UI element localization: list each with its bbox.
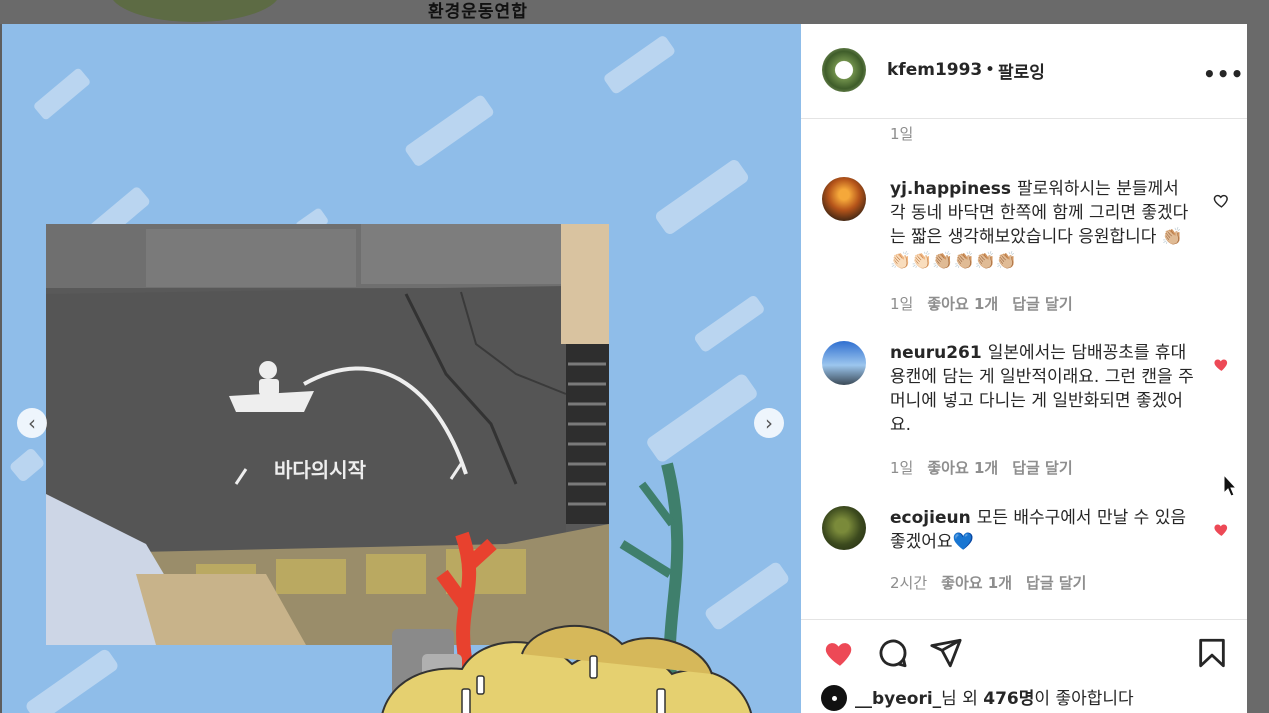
comments-list: 1일 yj.happiness 팔로워하시는 분들께서 각 동네 바닥면 한쪽에 … — [801, 119, 1247, 619]
heart-icon[interactable] — [1213, 192, 1230, 209]
liker-avatar[interactable] — [821, 685, 847, 711]
comment-icon[interactable] — [876, 636, 910, 670]
comment-meta: 1일 좋아요 1개 답글 달기 — [890, 293, 1087, 314]
comment-likes[interactable]: 좋아요 1개 — [927, 295, 998, 313]
comment-body: neuru261 일본에서는 담배꽁초를 휴대용캔에 담는 게 일반적이래요. 그… — [890, 341, 1195, 437]
account-username[interactable]: kfem1993 — [887, 60, 982, 80]
bookmark-icon[interactable] — [1195, 636, 1229, 670]
reply-button[interactable]: 답글 달기 — [1026, 574, 1086, 592]
comment-likes[interactable]: 좋아요 1개 — [941, 574, 1012, 592]
likes-count[interactable]: 476명 — [983, 689, 1034, 709]
likes-text-mid: 님 외 — [941, 689, 984, 709]
heart-icon[interactable] — [823, 636, 857, 670]
comment-body: yj.happiness 팔로워하시는 분들께서 각 동네 바닥면 한쪽에 함께 … — [890, 177, 1195, 273]
background-right-strip — [1247, 24, 1269, 713]
comment-time: 1일 — [890, 295, 914, 313]
comment-time: 2시간 — [890, 574, 928, 592]
comment-likes[interactable]: 좋아요 1개 — [927, 459, 998, 477]
commenter-avatar[interactable] — [822, 341, 866, 385]
commenter-avatar[interactable] — [822, 177, 866, 221]
commenter-avatar[interactable] — [822, 506, 866, 550]
post-header: kfem1993 • 팔로잉 ••• — [801, 24, 1247, 119]
liker-username[interactable]: __byeori_ — [855, 689, 941, 709]
heart-icon[interactable] — [1213, 356, 1230, 373]
likes-summary: __byeori_님 외 476명이 좋아합니다 — [821, 684, 1134, 711]
commenter-username[interactable]: ecojieun — [890, 508, 971, 528]
seaweed-illustration — [381, 462, 752, 713]
more-icon[interactable]: ••• — [1203, 62, 1244, 86]
background-page-strip: 환경운동연합 — [0, 0, 1269, 24]
commenter-username[interactable]: neuru261 — [890, 343, 982, 363]
comment-time: 1일 — [890, 459, 914, 477]
share-icon[interactable] — [929, 636, 963, 670]
previous-comment-time: 1일 — [890, 125, 914, 143]
next-image-button[interactable]: › — [754, 408, 784, 438]
post-modal: 바다의시작 ‹ › kfem1993 • 팔로잉 ••• 1일 yj.happi… — [2, 24, 1247, 713]
post-media: 바다의시작 ‹ › — [2, 24, 801, 713]
reply-button[interactable]: 답글 달기 — [1012, 295, 1072, 313]
org-logo — [110, 0, 280, 22]
comment-meta: 2시간 좋아요 1개 답글 달기 — [890, 572, 1100, 593]
stencil-text: 바다의시작 — [274, 458, 367, 482]
post-side-panel: kfem1993 • 팔로잉 ••• 1일 yj.happiness 팔로워하시는… — [801, 24, 1247, 713]
heart-icon[interactable] — [1213, 521, 1230, 538]
mouse-cursor-icon — [1223, 474, 1237, 497]
account-avatar[interactable] — [822, 48, 866, 92]
header-separator: • — [985, 60, 996, 80]
comment-body: ecojieun 모든 배수구에서 만날 수 있음 좋겠어요💙 — [890, 506, 1195, 554]
org-name: 환경운동연합 — [428, 2, 528, 22]
comment-meta: 1일 좋아요 1개 답글 달기 — [890, 457, 1087, 478]
prev-image-button[interactable]: ‹ — [17, 408, 47, 438]
commenter-username[interactable]: yj.happiness — [890, 179, 1011, 199]
following-button[interactable]: 팔로잉 — [998, 58, 1045, 83]
likes-text-end: 이 좋아합니다 — [1034, 689, 1134, 709]
reply-button[interactable]: 답글 달기 — [1012, 459, 1072, 477]
